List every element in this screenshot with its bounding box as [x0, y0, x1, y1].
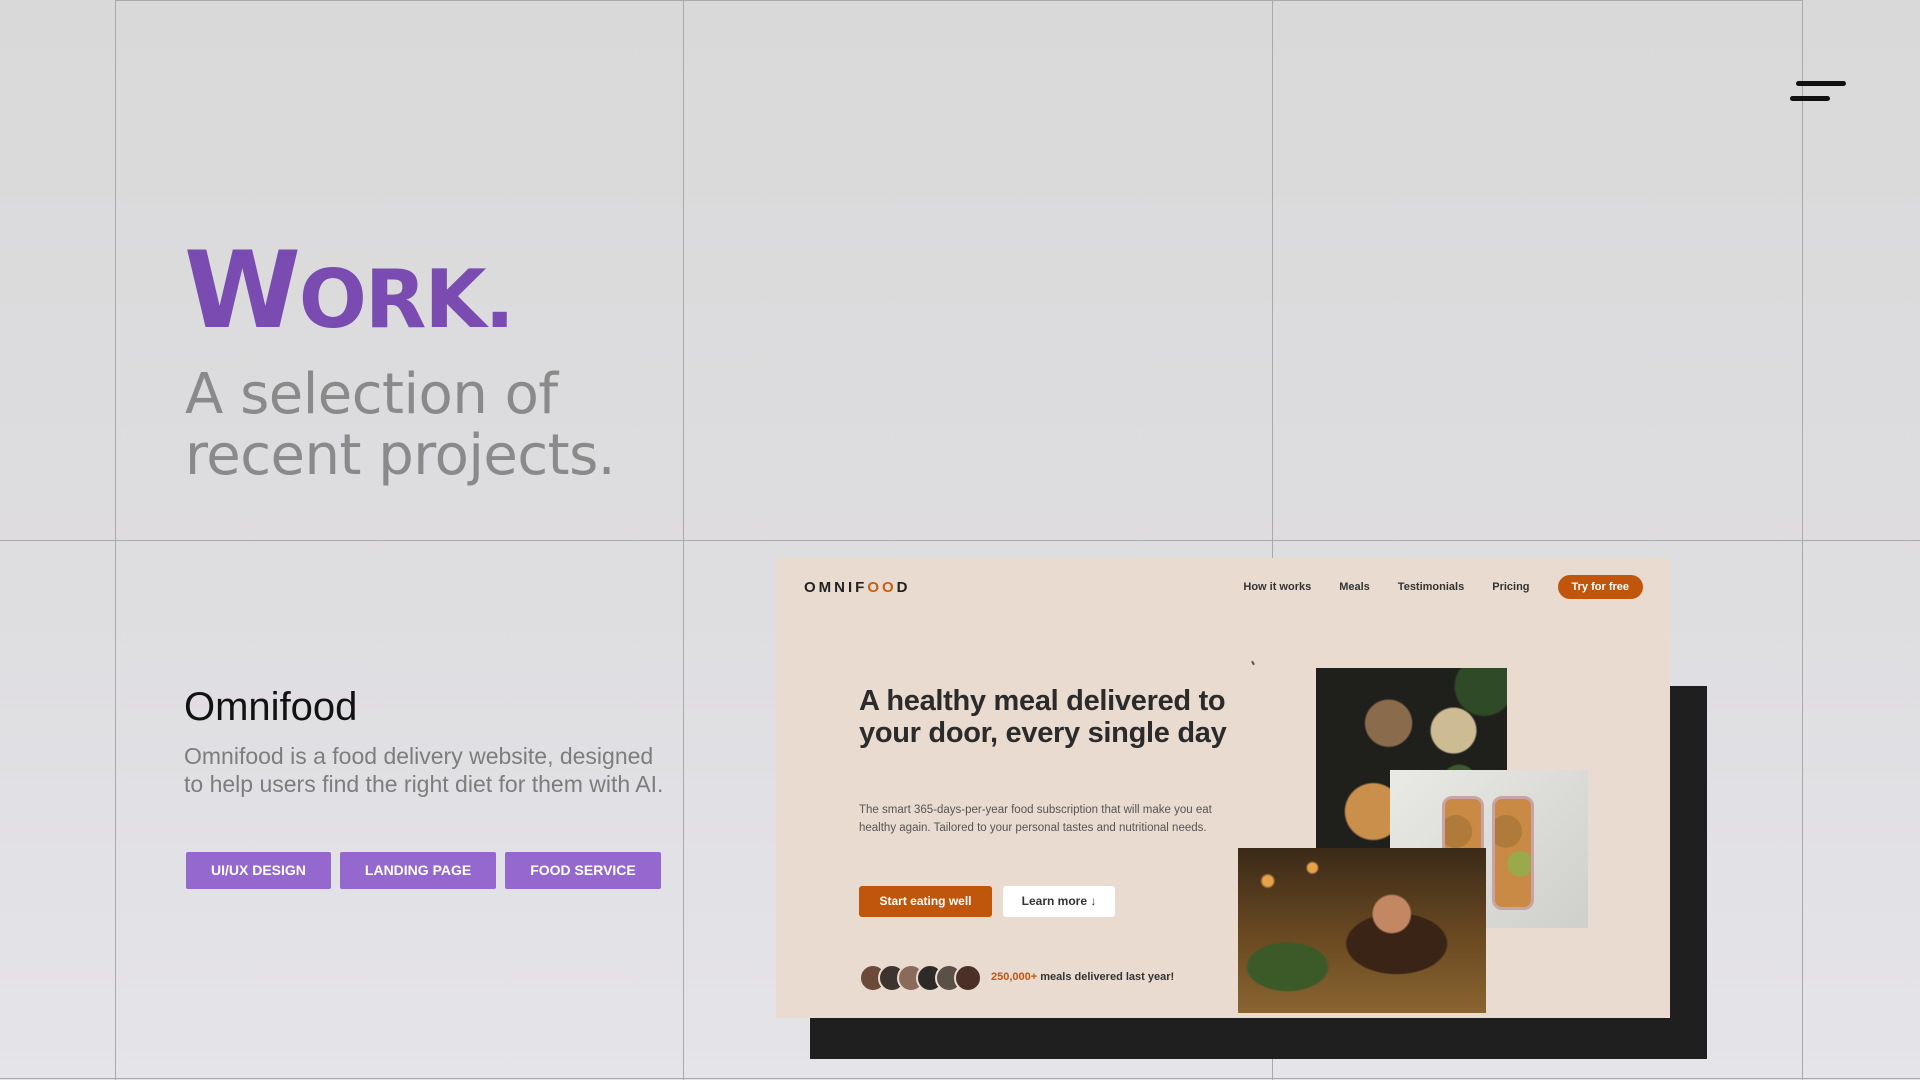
- project-description: Omnifood is a food delivery website, des…: [184, 743, 664, 797]
- tag-food-service[interactable]: FOOD SERVICE: [505, 852, 661, 889]
- try-for-free-button[interactable]: Try for free: [1557, 575, 1643, 599]
- page-title: WORK.: [184, 238, 515, 346]
- grid-line: [0, 540, 1920, 541]
- preview-nav: How it works Meals Testimonials Pricing …: [1243, 575, 1643, 599]
- page-title-initial: W: [184, 229, 301, 352]
- grid-line: [0, 1078, 1920, 1079]
- menu-bar-top: [1796, 81, 1846, 86]
- project-preview[interactable]: OMNIFOOD How it works Meals Testimonials…: [776, 558, 1670, 1018]
- nav-pricing[interactable]: Pricing: [1492, 581, 1529, 593]
- avatar: [954, 964, 982, 992]
- tag-landing-page[interactable]: LANDING PAGE: [339, 852, 497, 889]
- project-title: Omnifood: [184, 685, 358, 729]
- nav-testimonials[interactable]: Testimonials: [1398, 581, 1464, 593]
- tag-ui-ux-design[interactable]: UI/UX DESIGN: [186, 852, 331, 889]
- page-title-rest: ORK.: [298, 253, 515, 346]
- meals-delivered-label: meals delivered last year!: [1037, 971, 1175, 983]
- meals-delivered-number: 250,000+: [991, 971, 1038, 983]
- decorative-mark: [1251, 660, 1255, 666]
- start-eating-well-button[interactable]: Start eating well: [859, 886, 992, 917]
- preview-body: The smart 365-days-per-year food subscri…: [859, 804, 1212, 834]
- hamburger-icon[interactable]: [1790, 78, 1846, 108]
- logo-text-start: OMNIF: [804, 579, 868, 596]
- woman-eating-image: [1238, 848, 1486, 1013]
- nav-meals[interactable]: Meals: [1339, 581, 1370, 593]
- logo-text-end: D: [896, 579, 911, 596]
- grid-line: [115, 0, 1802, 1]
- nav-how-it-works[interactable]: How it works: [1243, 581, 1311, 593]
- omnifood-logo: OMNIFOOD: [804, 579, 911, 596]
- meals-delivered-stat: 250,000+ meals delivered last year!: [991, 971, 1174, 983]
- logo-text-oo: OO: [867, 579, 897, 596]
- preview-headline: A healthy meal delivered to your door, e…: [859, 685, 1227, 749]
- meal-box: [1492, 796, 1534, 910]
- learn-more-button[interactable]: Learn more ↓: [1003, 886, 1115, 917]
- page-subtitle: A selection of recent projects.: [185, 362, 616, 488]
- menu-bar-bottom: [1790, 96, 1830, 101]
- project-tags: UI/UX DESIGN LANDING PAGE FOOD SERVICE: [186, 852, 661, 889]
